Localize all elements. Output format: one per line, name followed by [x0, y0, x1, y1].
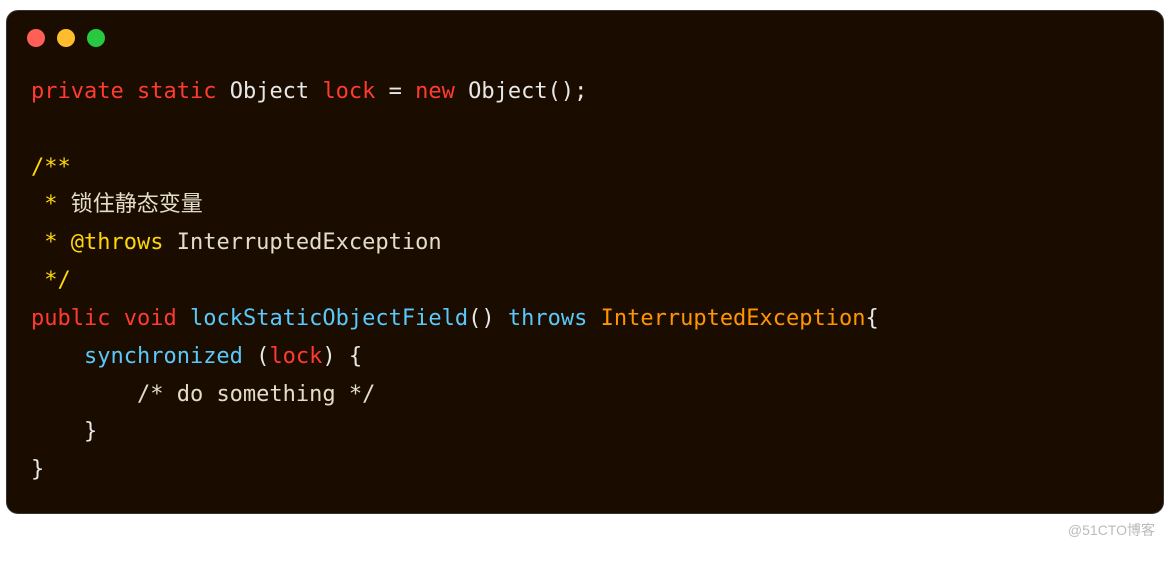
var-lock: lock: [269, 344, 322, 369]
brace-close: }: [31, 457, 44, 482]
brace-open: {: [866, 306, 879, 331]
minimize-icon[interactable]: [57, 29, 75, 47]
ctor-object: Object: [468, 79, 547, 104]
brace-close: }: [31, 419, 97, 444]
code-window: private static Object lock = new Object(…: [6, 10, 1164, 514]
doc-at-throws: @throws: [71, 230, 164, 255]
doc-star: *: [31, 230, 71, 255]
indent: [31, 382, 137, 407]
keyword-throws: throws: [508, 306, 587, 331]
inline-comment: /* do something */: [137, 382, 375, 407]
keyword-new: new: [415, 79, 455, 104]
doc-end: */: [31, 268, 71, 293]
code-content: private static Object lock = new Object(…: [7, 55, 1163, 513]
exception-type: InterruptedException: [601, 306, 866, 331]
parens: ();: [548, 79, 588, 104]
paren-close-brace: ) {: [322, 344, 362, 369]
close-icon[interactable]: [27, 29, 45, 47]
doc-star: *: [31, 192, 71, 217]
keyword-synchronized: synchronized: [84, 344, 243, 369]
paren-open: (: [243, 344, 270, 369]
doc-exception: InterruptedException: [163, 230, 441, 255]
parens: (): [468, 306, 495, 331]
keyword-void: void: [124, 306, 177, 331]
method-name: lockStaticObjectField: [190, 306, 468, 331]
doc-start: /**: [31, 155, 71, 180]
keyword-public: public: [31, 306, 110, 331]
maximize-icon[interactable]: [87, 29, 105, 47]
keyword-private: private: [31, 79, 124, 104]
var-lock: lock: [322, 79, 375, 104]
doc-text: 锁住静态变量: [71, 192, 203, 217]
window-header: [7, 11, 1163, 55]
watermark: @51CTO博客: [1068, 520, 1155, 540]
type-object: Object: [230, 79, 309, 104]
indent: [31, 344, 84, 369]
op-eq: =: [375, 79, 415, 104]
keyword-static: static: [137, 79, 216, 104]
